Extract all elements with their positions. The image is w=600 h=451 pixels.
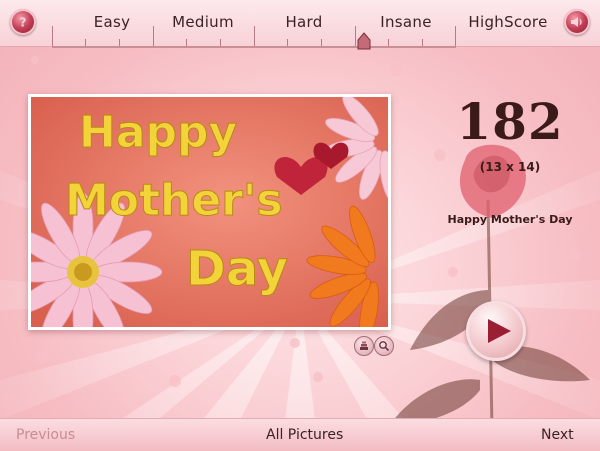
previous-button[interactable]: Previous <box>16 427 75 443</box>
tab-hard[interactable]: Hard <box>249 13 359 31</box>
picture-title: Happy Mother's Day <box>447 213 573 226</box>
next-button[interactable]: Next <box>541 427 574 443</box>
zoom-icon <box>379 341 390 352</box>
play-icon <box>487 319 511 343</box>
tab-highscore[interactable]: HighScore <box>453 13 563 31</box>
rose-decoration-icon <box>390 144 590 430</box>
puzzle-picture[interactable]: Happy Mother's Day <box>28 94 391 330</box>
selected-level-marker-icon <box>357 32 371 50</box>
tab-medium[interactable]: Medium <box>148 13 258 31</box>
grid-dimensions: (13 x 14) <box>479 160 541 174</box>
level-tab-bar: ? Easy Medium Hard Insane HighScore <box>0 0 600 50</box>
picture-text-line2: Mother's <box>65 175 283 226</box>
play-button[interactable] <box>466 301 526 361</box>
picture-text-line3: Day <box>186 241 288 297</box>
svg-text:?: ? <box>20 16 27 30</box>
score-value: 182 <box>456 92 564 151</box>
layers-icon <box>360 341 368 350</box>
tab-insane[interactable]: Insane <box>351 13 461 31</box>
picture-text-line1: Happy <box>79 107 237 158</box>
bottom-navigation-bar: Previous All Pictures Next <box>0 418 600 451</box>
difficulty-ruler <box>52 26 456 48</box>
help-button[interactable]: ? <box>10 9 36 35</box>
zoom-button[interactable] <box>374 336 394 356</box>
all-pictures-button[interactable]: All Pictures <box>266 427 343 443</box>
sound-button[interactable] <box>564 9 590 35</box>
mothers-day-image: Happy Mother's Day <box>31 97 388 327</box>
sound-icon <box>571 17 582 27</box>
help-icon: ? <box>20 16 27 30</box>
layers-button[interactable] <box>354 336 374 356</box>
